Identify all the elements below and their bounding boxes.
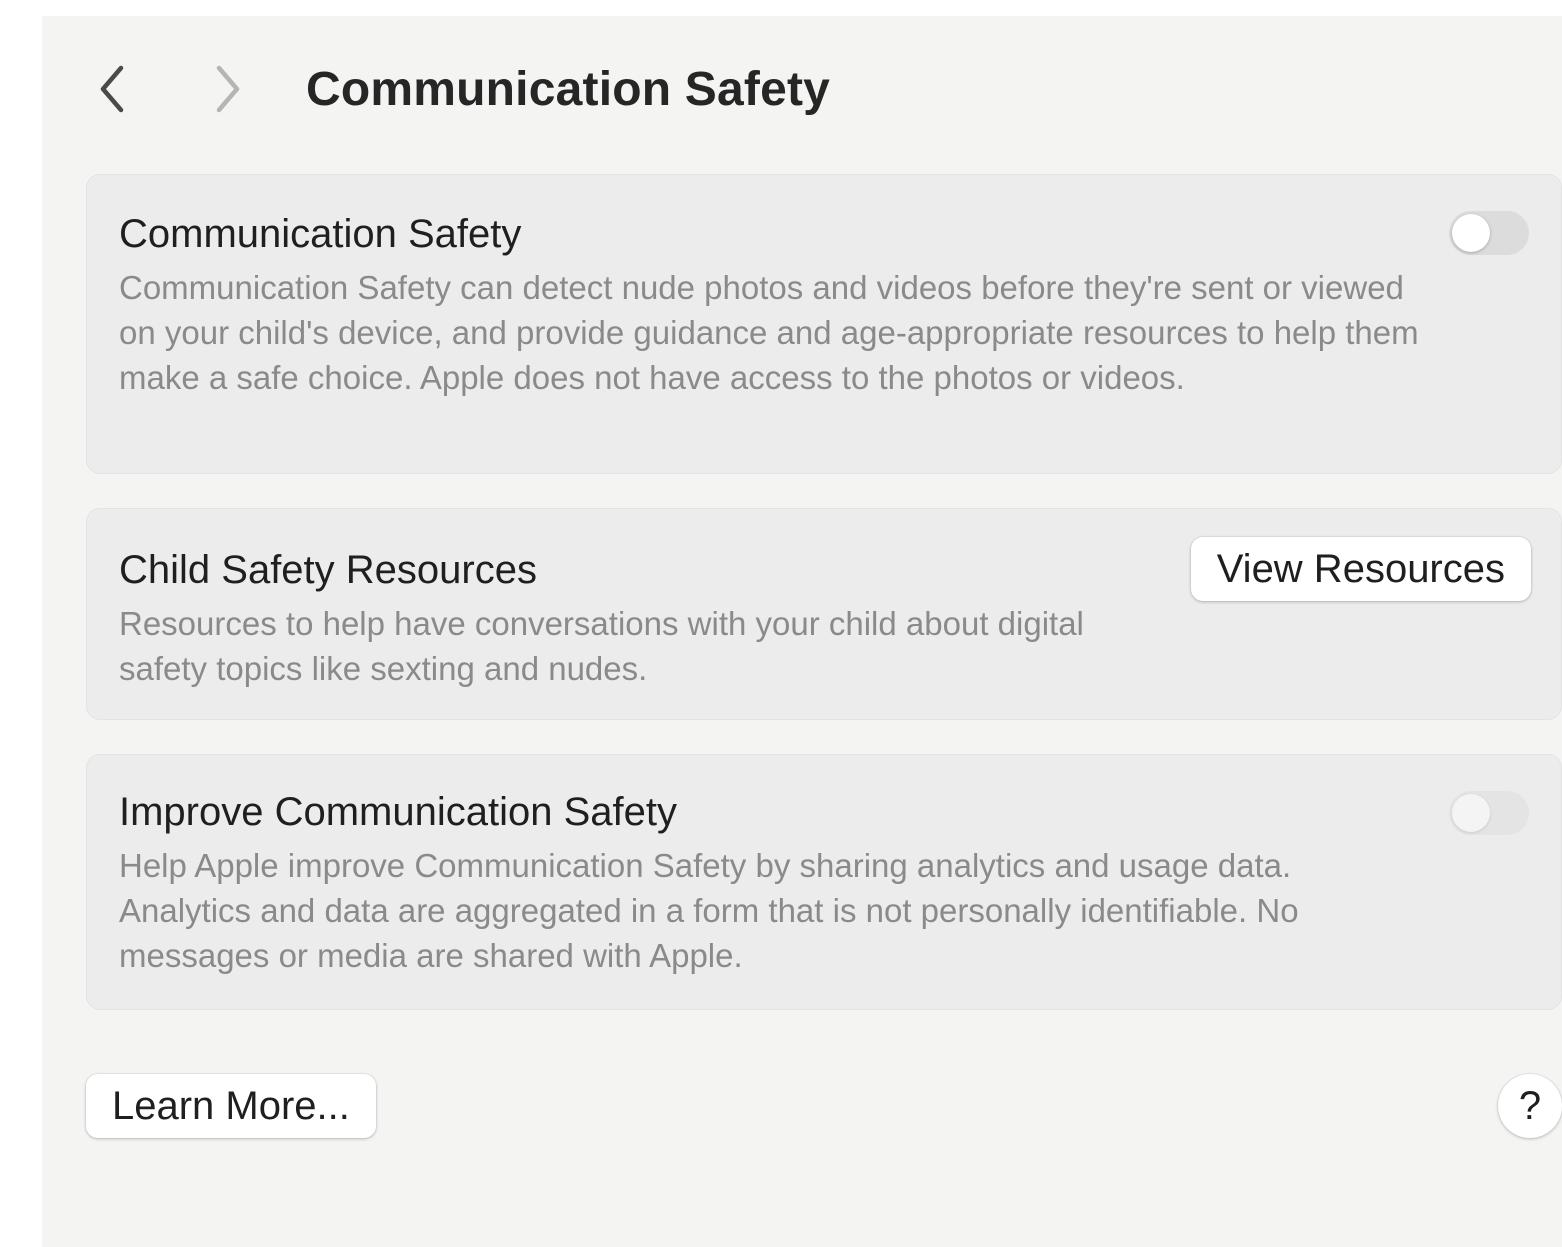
communication-safety-toggle[interactable] <box>1449 211 1529 255</box>
toolbar: Communication Safety <box>42 16 1562 166</box>
toggle-knob <box>1452 794 1490 832</box>
chevron-left-icon <box>100 65 124 113</box>
improve-communication-safety-toggle[interactable] <box>1449 791 1529 835</box>
chevron-right-icon <box>216 65 240 113</box>
section-title: Improve Communication Safety <box>119 790 678 834</box>
section-title: Communication Safety <box>119 212 522 256</box>
communication-safety-section: Communication Safety Communication Safet… <box>86 174 1562 474</box>
section-description: Communication Safety can detect nude pho… <box>119 269 1419 396</box>
page-title: Communication Safety <box>306 63 831 116</box>
section-description: Resources to help have conversations wit… <box>119 605 1084 687</box>
toggle-knob <box>1452 214 1490 252</box>
back-button[interactable] <box>90 60 134 118</box>
help-button[interactable]: ? <box>1498 1074 1562 1138</box>
section-title: Child Safety Resources <box>119 548 537 592</box>
learn-more-button[interactable]: Learn More... <box>86 1074 376 1138</box>
improve-communication-safety-section: Improve Communication Safety Help Apple … <box>86 754 1562 1010</box>
settings-window: Communication Safety Communication Safet… <box>42 16 1562 1247</box>
view-resources-button[interactable]: View Resources <box>1190 537 1531 601</box>
child-safety-resources-section: Child Safety Resources Resources to help… <box>86 508 1562 720</box>
section-description: Help Apple improve Communication Safety … <box>119 847 1299 974</box>
forward-button[interactable] <box>206 60 250 118</box>
